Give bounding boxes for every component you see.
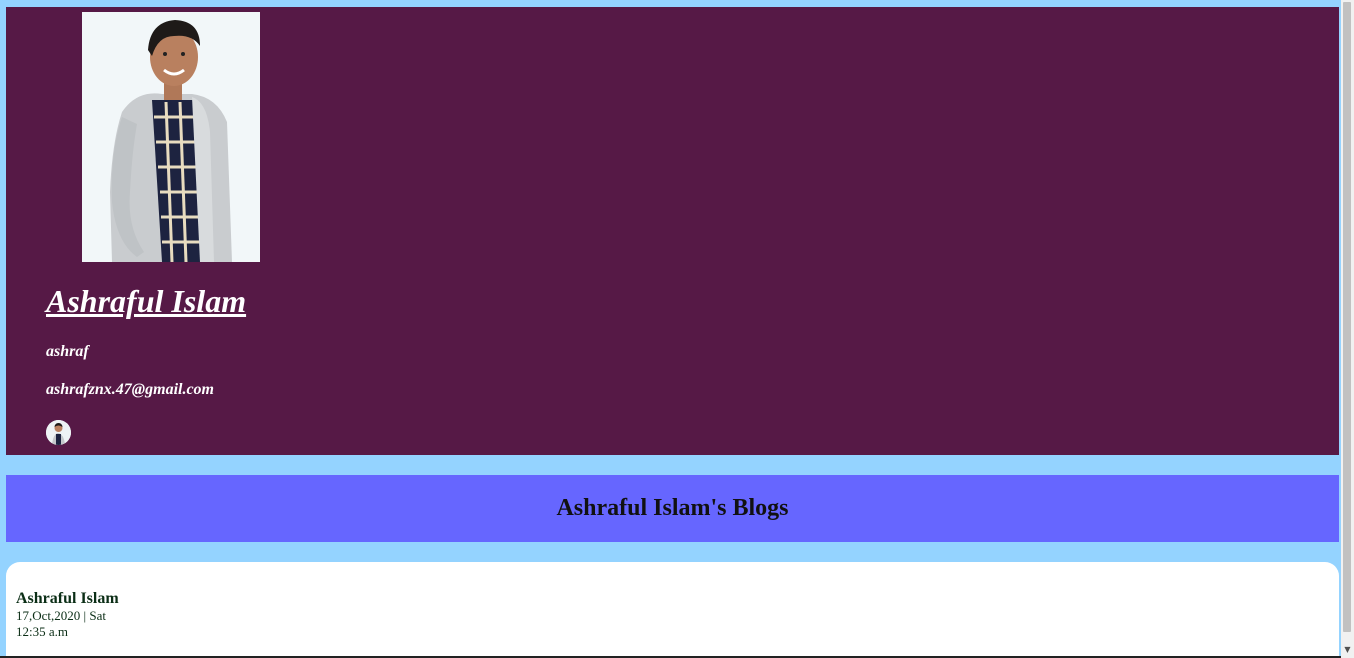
person-photo-icon <box>82 12 260 262</box>
blogs-banner: Ashraful Islam's Blogs <box>6 475 1339 542</box>
profile-photo <box>82 12 260 262</box>
profile-username: ashraf <box>46 343 89 360</box>
post-date: 17,Oct,2020 | Sat <box>16 608 106 623</box>
profile-email: ashrafznx.47@gmail.com <box>46 381 214 398</box>
scroll-down-arrow-icon[interactable]: ▼ <box>1343 645 1352 654</box>
page: Ashraful Islam ashraf ashrafznx.47@gmail… <box>0 0 1354 658</box>
avatar[interactable] <box>46 420 71 445</box>
post-author: Ashraful Islam <box>16 590 119 607</box>
scrollbar-thumb[interactable] <box>1343 2 1351 632</box>
blog-post-card[interactable]: Ashraful Islam 17,Oct,2020 | Sat 12:35 a… <box>6 562 1339 658</box>
blogs-heading: Ashraful Islam's Blogs <box>556 495 789 521</box>
profile-header: Ashraful Islam ashraf ashrafznx.47@gmail… <box>6 7 1339 455</box>
vertical-scrollbar[interactable]: ▼ <box>1341 0 1354 658</box>
post-time: 12:35 a.m <box>16 624 68 639</box>
profile-name: Ashraful Islam <box>46 283 247 319</box>
avatar-thumbnail-icon <box>46 420 71 445</box>
